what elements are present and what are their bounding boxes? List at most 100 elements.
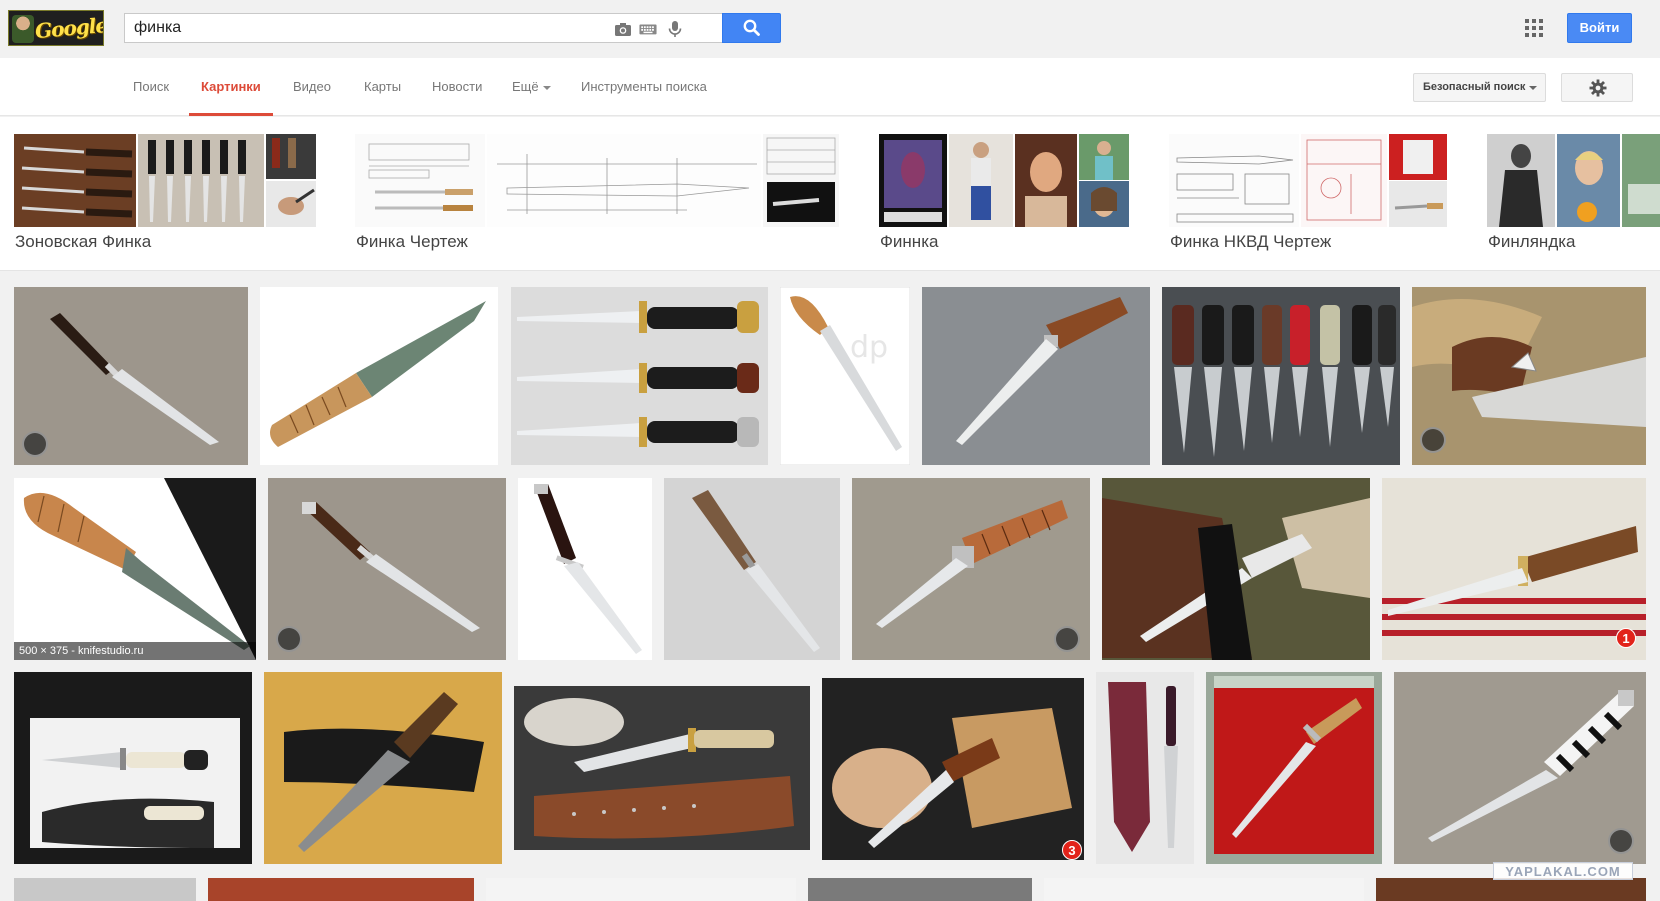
related-thumb (1301, 134, 1387, 227)
watermark-logo (1054, 626, 1080, 652)
image-result[interactable] (264, 672, 502, 864)
related-search-label: Зоновская Финка (15, 232, 152, 251)
image-result[interactable]: 500 × 375 - knifestudio.ru (14, 478, 256, 660)
image-result[interactable] (1394, 672, 1646, 864)
image-result[interactable] (260, 287, 498, 465)
image-result[interactable] (664, 478, 840, 660)
image-result[interactable] (1206, 672, 1382, 864)
related-thumb (487, 134, 761, 227)
tab-news[interactable]: Новости (420, 58, 494, 116)
knife-image (664, 478, 840, 660)
related-thumb (1015, 134, 1077, 227)
image-result[interactable] (1096, 672, 1194, 864)
image-result[interactable] (14, 287, 248, 465)
knife-image (922, 287, 1150, 465)
tab-images[interactable]: Картинки (189, 58, 273, 116)
search-box (124, 13, 722, 43)
related-search-label: Финляндка (1488, 232, 1576, 251)
knife-image (208, 878, 474, 901)
image-result[interactable]: 3 (822, 678, 1084, 860)
related-thumb (1169, 134, 1299, 227)
knife-image (260, 287, 498, 465)
image-result[interactable] (14, 878, 196, 901)
image-result[interactable] (1376, 878, 1646, 901)
google-doodle-logo[interactable]: Google (8, 10, 104, 46)
knife-image (1162, 287, 1400, 465)
microphone-icon[interactable] (666, 20, 684, 38)
keyboard-icon[interactable] (639, 20, 657, 38)
notification-badge: 3 (1062, 840, 1082, 860)
image-result[interactable] (486, 878, 796, 901)
related-search-item[interactable]: Финка Чертеж (355, 134, 839, 262)
knife-image (514, 686, 810, 850)
related-thumb (14, 134, 136, 227)
related-searches-strip: Зоновская Финка Финка Чертеж Финнка Финк… (0, 117, 1660, 271)
search-icon (743, 19, 760, 36)
image-result[interactable] (1102, 478, 1370, 660)
chevron-down-icon (542, 85, 551, 90)
safe-search-label: Безопасный поиск (1423, 81, 1526, 93)
related-search-label: Финка Чертеж (356, 232, 468, 251)
image-result[interactable] (1044, 878, 1364, 901)
tab-label: Видео (293, 79, 331, 94)
image-result[interactable]: 1 (1382, 478, 1646, 660)
image-result[interactable] (514, 686, 810, 850)
knife-image: dp (780, 287, 910, 465)
search-tabs-bar: Поиск Картинки Видео Карты Новости Ещё И… (0, 58, 1660, 116)
related-search-label: Финка НКВД Чертеж (1170, 232, 1332, 251)
tab-search-tools[interactable]: Инструменты поиска (569, 58, 719, 116)
safe-search-button[interactable]: Безопасный поиск (1413, 73, 1546, 102)
search-input[interactable] (134, 14, 604, 42)
related-thumb (266, 134, 316, 227)
site-watermark: YAPLAKAL.COM (1493, 862, 1633, 880)
knife-image (1412, 287, 1646, 465)
tab-video[interactable]: Видео (281, 58, 343, 116)
grid-icon[interactable] (1525, 19, 1543, 37)
related-search-item[interactable]: Финнка (879, 134, 1129, 262)
related-thumb (949, 134, 1013, 227)
image-result[interactable] (852, 478, 1090, 660)
image-result[interactable] (268, 478, 506, 660)
tab-label: Новости (432, 79, 483, 94)
image-result[interactable] (1162, 287, 1400, 465)
tab-maps[interactable]: Карты (352, 58, 413, 116)
knife-image (264, 672, 502, 864)
tab-more[interactable]: Ещё (500, 58, 563, 116)
image-result[interactable] (518, 478, 652, 660)
image-result[interactable] (922, 287, 1150, 465)
watermark-logo (1420, 427, 1446, 453)
image-result[interactable] (14, 672, 252, 864)
signin-button[interactable]: Войти (1567, 13, 1632, 43)
tab-label: Инструменты поиска (581, 79, 707, 94)
tab-search[interactable]: Поиск (121, 58, 181, 116)
image-result[interactable] (208, 878, 474, 901)
knife-image (1206, 672, 1382, 864)
knife-image (822, 678, 1084, 860)
related-search-item[interactable]: Финка НКВД Чертеж (1169, 134, 1447, 262)
related-thumb (1557, 134, 1620, 227)
knife-image (14, 478, 256, 660)
knife-image (518, 478, 652, 660)
image-result[interactable] (1412, 287, 1646, 465)
doodle-figure (12, 15, 34, 43)
knife-image (1102, 478, 1370, 660)
knife-image (1096, 672, 1194, 864)
related-search-item[interactable]: Зоновская Финка (14, 134, 316, 262)
related-thumb (1079, 181, 1129, 227)
svg-text:dp: dp (850, 330, 888, 365)
knife-image (14, 287, 248, 465)
image-result[interactable] (808, 878, 1032, 901)
camera-icon[interactable] (614, 20, 632, 38)
watermark-logo (22, 431, 48, 457)
image-result[interactable]: dp (780, 287, 910, 465)
related-thumb (1622, 134, 1660, 227)
knife-image (1044, 878, 1364, 901)
watermark-logo (1608, 828, 1634, 854)
knife-image (511, 287, 768, 465)
logo-text: Google (34, 12, 104, 44)
chevron-down-icon (1529, 86, 1537, 90)
settings-button[interactable] (1561, 73, 1633, 102)
image-result[interactable] (511, 287, 768, 465)
related-search-item[interactable]: Финляндка (1487, 134, 1660, 262)
search-button[interactable] (722, 13, 781, 43)
